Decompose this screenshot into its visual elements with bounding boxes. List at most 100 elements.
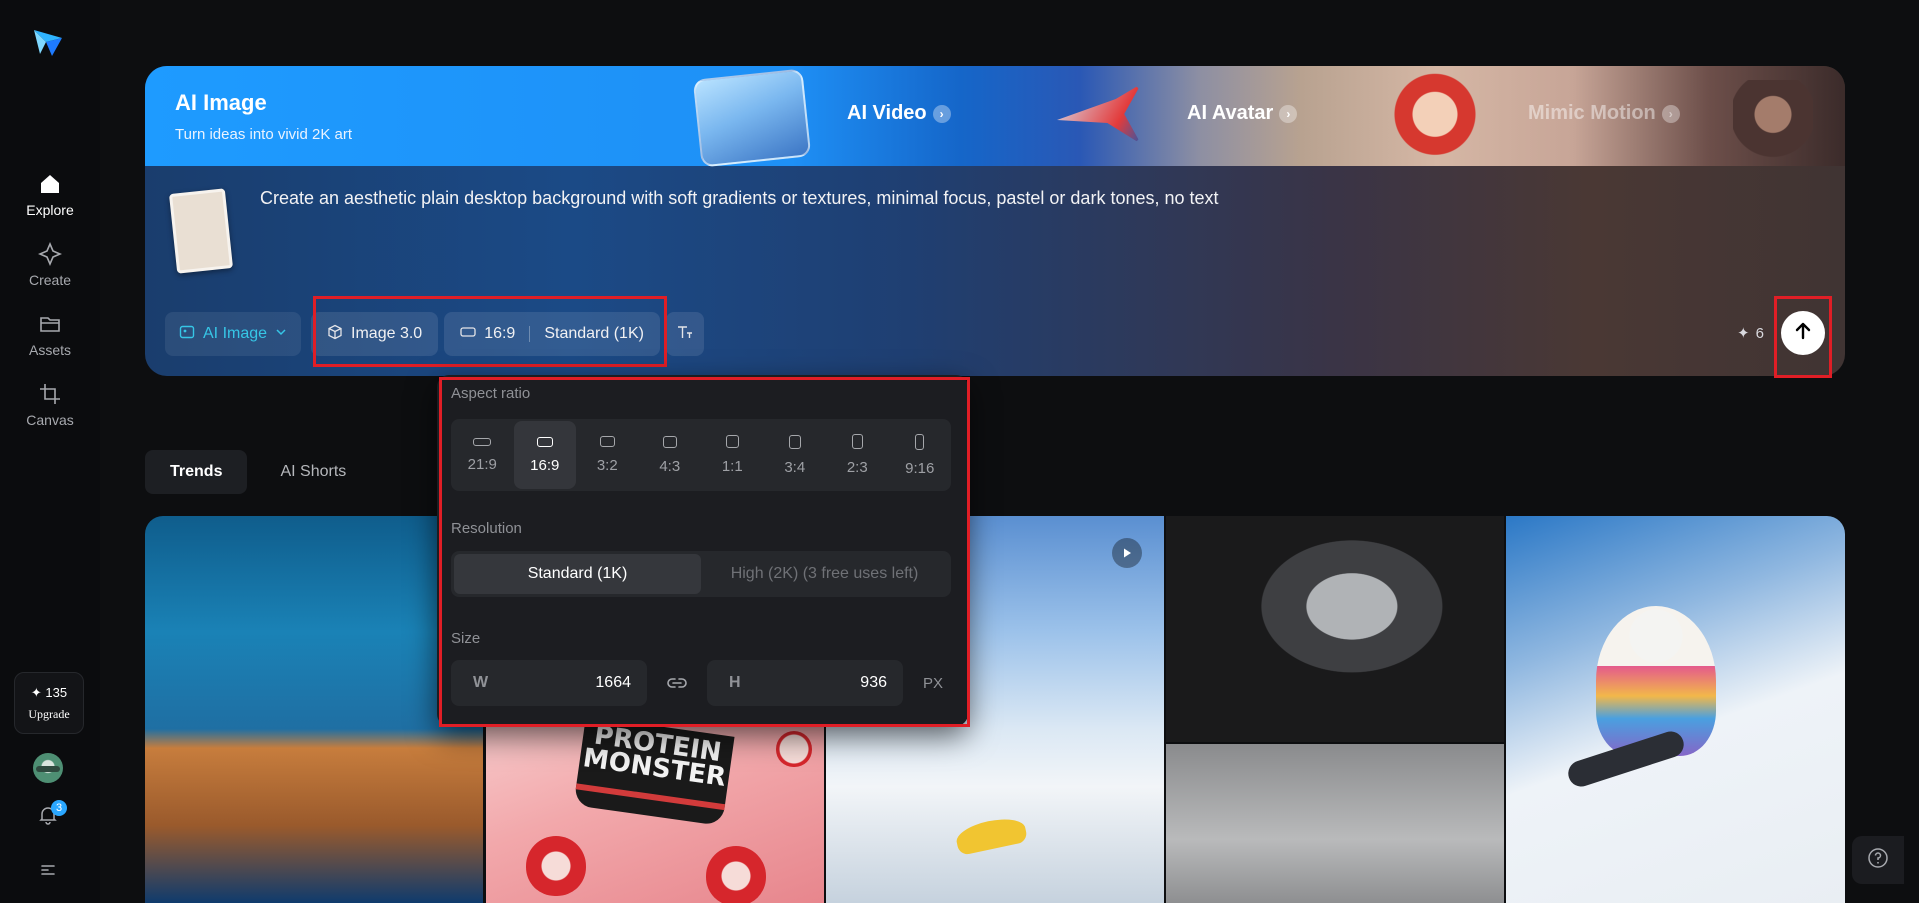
ratio-label: 1:1 [721,458,743,475]
gallery-item-protein-monster[interactable]: PROTEIN MONSTER [486,726,824,903]
image-mode-icon [179,324,195,345]
ai-video-artwork [692,68,812,168]
ratio-option-3-4[interactable]: 3:4 [764,421,827,489]
menu-icon[interactable] [38,860,58,885]
resolution-options: Standard (1K) High (2K) (3 free uses lef… [451,551,951,597]
aspect-ratio-icon [460,325,476,343]
cube-icon [327,324,343,345]
upgrade-label: Upgrade [28,706,70,721]
sidebar-item-assets[interactable]: Assets [0,312,100,358]
width-key: W [473,674,489,691]
play-icon[interactable] [1112,538,1142,568]
ratio-option-2-3[interactable]: 2:3 [826,421,889,489]
strawberry-image [706,846,766,903]
model-selector[interactable]: Image 3.0 [311,312,439,356]
page-subtitle: Turn ideas into vivid 2K art [175,126,353,143]
resolution-label: Standard (1K) [544,325,644,342]
aspect-ratio-options: 21:9 16:9 3:2 4:3 1:1 3:4 2:3 9:16 [451,419,951,491]
link-dimensions-icon[interactable] [657,660,697,706]
app-logo-icon[interactable] [30,24,66,60]
chevron-right-icon: › [1661,104,1680,123]
width-value: 1664 [595,674,631,691]
strawberry-image [776,731,812,767]
resolution-high[interactable]: High (2K) (3 free uses left) [701,554,948,594]
upgrade-button[interactable]: ✦ 135 Upgrade [14,672,84,734]
generation-cost-value: 6 [1755,324,1764,342]
ratio-label: 16:9 [530,456,560,474]
paraglider-image [953,814,1029,856]
size-inputs: W 1664 H 936 PX [451,660,951,706]
generation-cost: ✦ 6 [1737,324,1764,343]
gallery-item-underwater-ruins[interactable] [145,516,483,903]
ratio-resolution-selector[interactable]: 16:9 Standard (1K) [444,312,660,356]
width-field[interactable]: W 1664 [451,660,647,706]
strawberry-image [526,836,586,896]
gallery-item-marble-statue[interactable] [1166,516,1504,742]
mode-label: AI Image [203,325,268,342]
tab-ai-video[interactable]: AI Video › [847,102,951,125]
tab-mimic-motion[interactable]: Mimic Motion › [1528,102,1680,125]
aspect-ratio-label: Aspect ratio [451,385,531,402]
sidebar-item-label: Assets [28,342,71,358]
ratio-21-9-icon [473,437,492,446]
reference-image-thumbnail[interactable] [168,188,234,274]
ratio-label: 2:3 [846,459,868,476]
ratio-1-1-icon [725,435,739,448]
ratio-3-2-icon [599,436,615,447]
ratio-16-9-icon [536,436,553,447]
sidebar-item-create[interactable]: Create [0,242,100,288]
text-format-icon [676,324,694,345]
credit-star-icon: ✦ [1737,325,1750,342]
height-field[interactable]: H 936 [707,660,903,706]
sidebar-item-canvas[interactable]: Canvas [0,382,100,428]
model-label: Image 3.0 [351,325,423,342]
sparkle-icon [38,242,62,266]
ratio-3-4-icon [788,434,801,449]
chevron-down-icon [275,325,287,343]
tab-label: AI Video [847,102,927,124]
aspect-ratio-popover: Aspect ratio 21:9 16:9 3:2 4:3 1:1 3:4 2… [437,375,968,726]
ratio-option-16-9[interactable]: 16:9 [513,421,576,489]
ratio-label: 4:3 [659,457,681,475]
gallery-item-dancer[interactable] [1166,744,1504,903]
ratio-label: 16:9 [484,325,516,342]
chevron-right-icon: › [932,104,951,123]
feature-banner: AI Image Turn ideas into vivid 2K art AI… [145,66,1845,168]
ratio-option-21-9[interactable]: 21:9 [451,421,514,489]
prompt-input[interactable]: Create an aesthetic plain desktop backgr… [260,188,1219,209]
tab-trends[interactable]: Trends [145,450,248,494]
size-label: Size [451,630,481,647]
arrow-up-icon [1793,321,1813,346]
ratio-label: 3:4 [784,458,806,476]
ratio-2-3-icon [851,434,863,449]
help-button[interactable] [1852,836,1904,884]
app-root: Explore Create Assets Canvas ✦ 135 Upgra… [0,0,1919,903]
ratio-label: 3:2 [596,457,618,474]
sidebar-item-label: Create [28,272,72,288]
home-icon [38,172,62,196]
text-style-button[interactable] [665,312,704,356]
credits-balance: ✦ 135 [30,684,68,700]
ratio-4-3-icon [662,435,677,448]
product-label: PROTEIN MONSTER [581,726,728,793]
gallery-grid: PROTEIN MONSTER [145,516,1845,903]
tab-ai-avatar[interactable]: AI Avatar › [1187,102,1298,125]
ratio-label: 9:16 [905,459,935,477]
ratio-option-1-1[interactable]: 1:1 [701,421,764,489]
generate-button[interactable] [1781,311,1825,355]
sidebar-item-explore[interactable]: Explore [0,172,100,218]
polar-bear-image [1596,606,1716,756]
unit-label: PX [923,674,944,692]
ratio-option-9-16[interactable]: 9:16 [889,421,952,489]
divider [529,326,531,342]
gallery-item-snowboard-bear[interactable] [1506,516,1845,903]
ratio-option-3-2[interactable]: 3:2 [576,421,639,489]
folder-icon [38,312,62,336]
tab-ai-shorts[interactable]: AI Shorts [255,450,371,494]
avatar[interactable] [33,753,63,783]
ratio-label: 21:9 [467,455,497,473]
crop-icon [38,382,62,406]
ratio-option-4-3[interactable]: 4:3 [639,421,702,489]
mode-selector[interactable]: AI Image [165,312,302,356]
resolution-standard[interactable]: Standard (1K) [454,554,701,594]
